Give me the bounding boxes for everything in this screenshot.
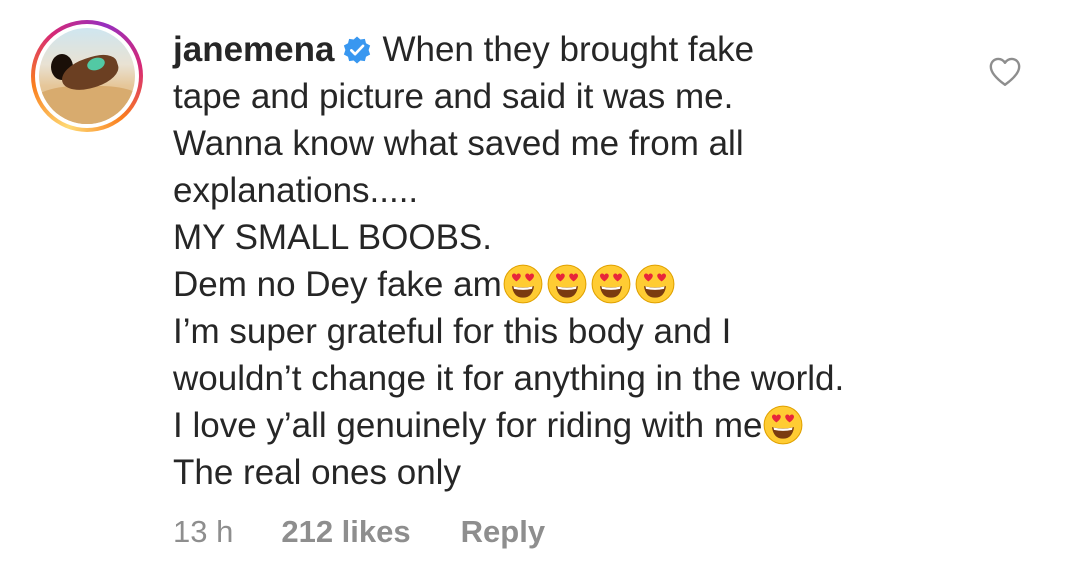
comment-emoji-line: Dem no Dey fake am [173, 261, 973, 308]
comment-line: When they brought fake [382, 30, 755, 69]
comment-line: MY SMALL BOOBS. [173, 218, 492, 257]
comment-meta: 13 h 212 likes Reply [173, 512, 545, 552]
avatar-photo [39, 28, 135, 124]
comment-time: 13 h [173, 514, 234, 549]
comment-line: wouldn’t change it for anything in the w… [173, 359, 845, 398]
emoji-group [502, 264, 678, 304]
comment-item: janemena When they brought fake tape and… [0, 0, 1080, 574]
comment-line: The real ones only [173, 453, 461, 492]
avatar[interactable] [31, 20, 143, 132]
comment-line: tape and picture and said it was me. [173, 77, 734, 116]
verified-badge-icon [344, 36, 371, 64]
comment-first-line: janemena When they brought fake [173, 26, 973, 73]
comment-line: explanations..... [173, 171, 419, 210]
comment-line: Wanna know what saved me from all [173, 124, 744, 163]
reply-button[interactable]: Reply [461, 512, 545, 552]
heart-eyes-emoji [764, 405, 803, 445]
emoji-group [762, 405, 806, 445]
likes-count[interactable]: 212 likes [281, 512, 410, 552]
avatar-story-ring [35, 24, 139, 128]
comment-line: I’m super grateful for this body and I [173, 312, 732, 351]
heart-eyes-emoji [503, 264, 543, 304]
comment-emoji-line: I love y’all genuinely for riding with m… [173, 402, 973, 449]
comment-line: Dem no Dey fake am [173, 265, 502, 304]
heart-outline-icon[interactable] [988, 56, 1022, 88]
comment-text: janemena When they brought fake tape and… [173, 26, 973, 496]
heart-eyes-emoji [635, 264, 675, 304]
heart-eyes-emoji [591, 264, 631, 304]
username[interactable]: janemena [173, 30, 334, 69]
comment-line: I love y’all genuinely for riding with m… [173, 406, 763, 445]
heart-eyes-emoji [547, 264, 587, 304]
